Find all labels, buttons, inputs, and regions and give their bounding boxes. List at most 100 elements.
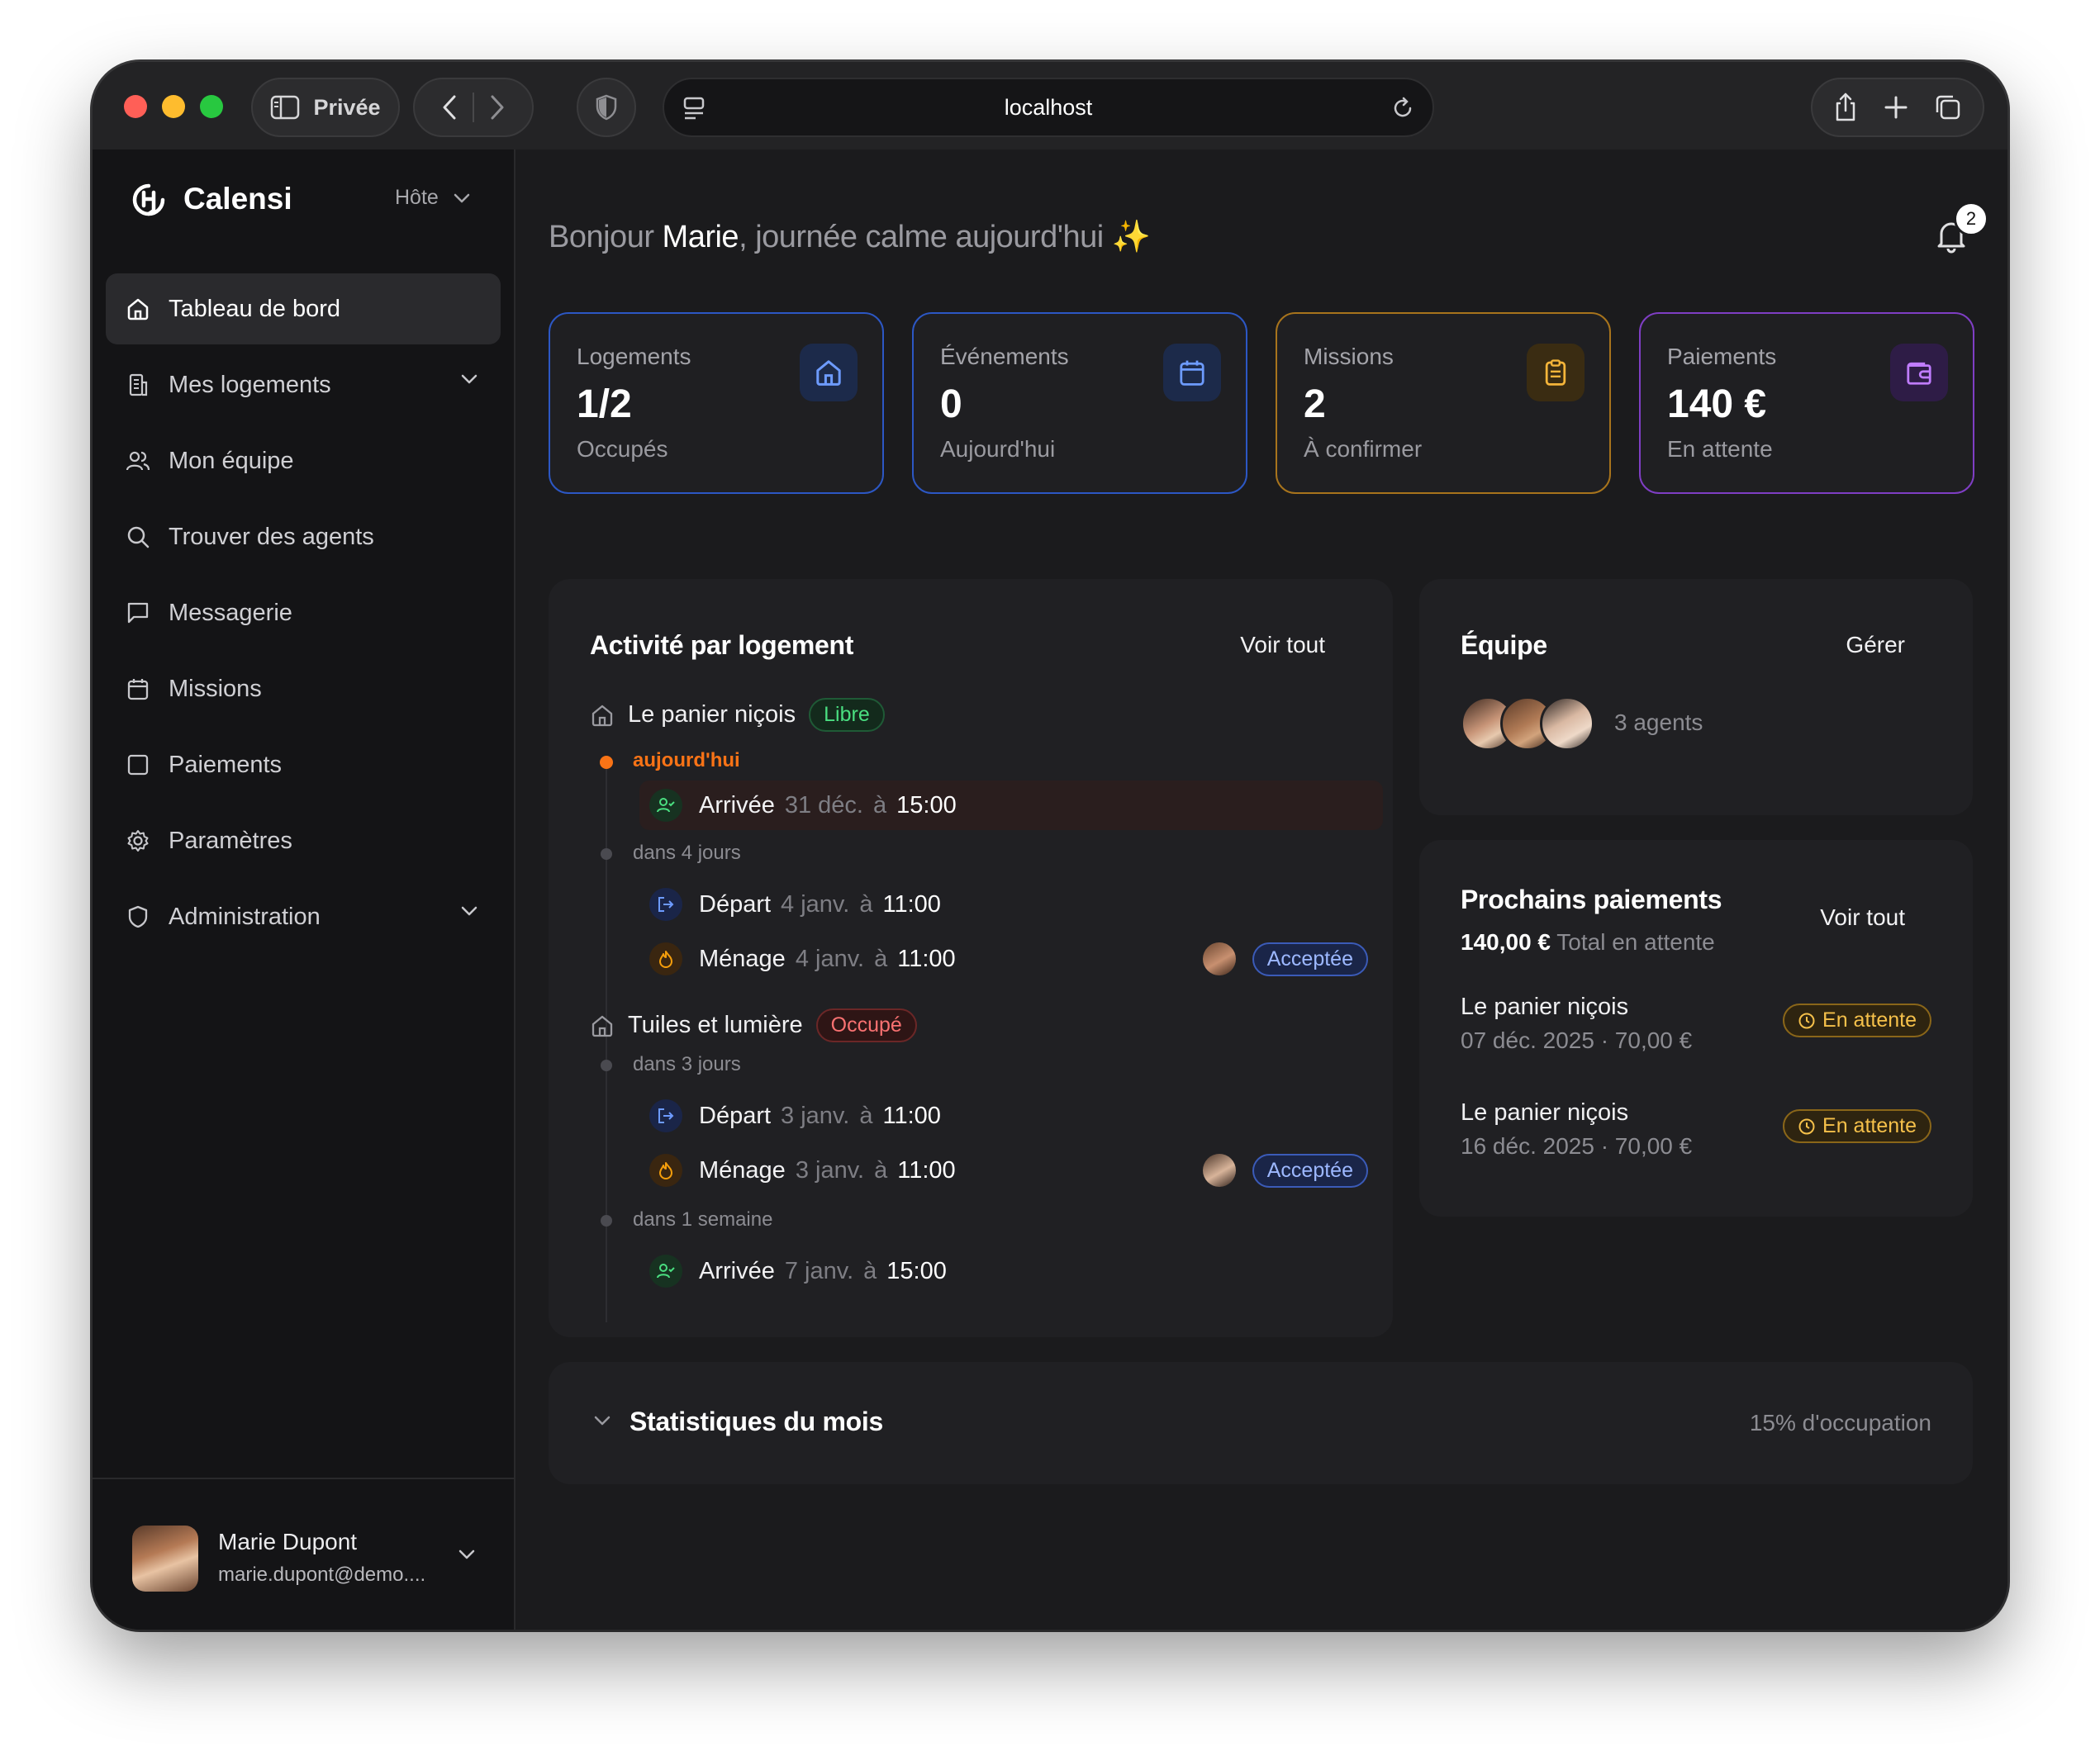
status-badge: Acceptée: [1252, 1153, 1368, 1188]
chevron-down-icon: [593, 1415, 611, 1426]
stat-label: Événements: [940, 344, 1069, 369]
share-icon[interactable]: [1833, 92, 1858, 123]
user-menu[interactable]: Marie Dupont marie.dupont@demo....: [93, 1478, 514, 1630]
cleaning-icon: [649, 1154, 682, 1187]
browser-toolbar: Privée localhost: [93, 62, 2007, 149]
private-tab-button[interactable]: Privée: [251, 78, 400, 137]
privacy-report-button[interactable]: [577, 78, 636, 137]
sidebar-item-label: Trouver des agents: [169, 523, 374, 550]
forward-icon[interactable]: [489, 94, 506, 121]
stat-card-properties[interactable]: Logements 1/2 Occupés: [549, 312, 884, 494]
page-menu-icon[interactable]: [682, 96, 706, 121]
maximize-window-button[interactable]: [200, 95, 223, 118]
payments-total-label: Total en attente: [1556, 929, 1715, 955]
user-check-icon: [649, 789, 682, 822]
monthly-stats-panel[interactable]: Statistiques du mois 15% d'occupation: [549, 1362, 1973, 1484]
reload-icon[interactable]: [1391, 96, 1414, 121]
address-bar[interactable]: localhost: [663, 78, 1434, 137]
chevron-down-icon: [458, 1549, 476, 1560]
event-row[interactable]: Ménage 3 janv. à 11:00 Acceptée: [639, 1146, 1383, 1195]
status-badge: Libre: [809, 698, 885, 732]
stat-value: 140 €: [1667, 382, 1767, 426]
stat-label: Logements: [577, 344, 691, 369]
timeline-dot: [601, 848, 612, 860]
home-icon: [590, 703, 615, 728]
users-icon: [126, 448, 150, 473]
tab-overview-icon[interactable]: [1934, 93, 1962, 121]
clipboard-icon: [1527, 344, 1585, 401]
clock-icon: [1798, 1012, 1816, 1030]
event-row[interactable]: Départ 3 janv. à 11:00: [639, 1091, 1383, 1141]
home-icon: [126, 297, 150, 321]
event-type: Ménage: [699, 945, 786, 972]
event-at: à: [859, 890, 873, 918]
browser-window: Privée localhost Calensi Hôte Tableau de…: [93, 62, 2007, 1630]
avatar: [1202, 1154, 1236, 1187]
square-icon: [126, 752, 150, 777]
role-selector[interactable]: Hôte: [395, 186, 470, 210]
greeting-name: Marie: [662, 220, 739, 254]
timeline-group-label: aujourd'hui: [633, 749, 740, 771]
activity-see-all-link[interactable]: Voir tout: [1240, 632, 1325, 658]
gear-icon: [126, 828, 150, 853]
sidebar-item-missions[interactable]: Missions: [106, 653, 501, 724]
close-window-button[interactable]: [124, 95, 147, 118]
sidebar-item-label: Tableau de bord: [169, 295, 340, 322]
sidebar-item-administration[interactable]: Administration: [106, 881, 501, 952]
timeline-group-label: dans 1 semaine: [633, 1208, 773, 1231]
timeline-dot: [601, 1215, 612, 1227]
event-date: 3 janv.: [781, 1102, 850, 1129]
event-type: Ménage: [699, 1156, 786, 1184]
timeline-group-label: dans 4 jours: [633, 842, 741, 864]
back-icon[interactable]: [441, 94, 458, 121]
sidebar-item-payments[interactable]: Paiements: [106, 729, 501, 800]
sidebar-item-messages[interactable]: Messagerie: [106, 577, 501, 648]
avatar: [1540, 696, 1594, 751]
property-row[interactable]: Tuiles et lumière Occupé: [590, 1008, 917, 1042]
sidebar-item-team[interactable]: Mon équipe: [106, 425, 501, 496]
property-row[interactable]: Le panier niçois Libre: [590, 698, 885, 732]
sidebar-item-settings[interactable]: Paramètres: [106, 805, 501, 876]
event-time: 15:00: [896, 791, 957, 819]
event-type: Arrivée: [699, 791, 775, 819]
event-row[interactable]: Départ 4 janv. à 11:00: [639, 880, 1383, 929]
stat-card-payments[interactable]: Paiements 140 € En attente: [1639, 312, 1974, 494]
payment-row[interactable]: Le panier niçois 16 déc. 2025 · 70,00 € …: [1461, 1099, 1931, 1160]
timeline-group-label: dans 3 jours: [633, 1053, 741, 1075]
brand[interactable]: Calensi: [129, 176, 292, 222]
stat-card-missions[interactable]: Missions 2 À confirmer: [1276, 312, 1611, 494]
event-time: 11:00: [882, 890, 941, 918]
chevron-down-icon: [454, 193, 470, 203]
sidebar-item-dashboard[interactable]: Tableau de bord: [106, 273, 501, 344]
payment-row[interactable]: Le panier niçois 07 déc. 2025 · 70,00 € …: [1461, 994, 1931, 1054]
new-tab-icon[interactable]: [1884, 95, 1908, 120]
event-row[interactable]: Arrivée 7 janv. à 15:00: [639, 1246, 1383, 1296]
event-date: 3 janv.: [795, 1156, 865, 1184]
private-label: Privée: [313, 94, 381, 120]
property-name: Tuiles et lumière: [628, 1012, 803, 1038]
stat-card-events[interactable]: Événements 0 Aujourd'hui: [912, 312, 1247, 494]
team-manage-link[interactable]: Gérer: [1846, 632, 1905, 658]
stat-label: Missions: [1304, 344, 1394, 369]
team-avatars[interactable]: [1461, 696, 1594, 751]
sidebar-item-label: Messagerie: [169, 599, 292, 626]
avatar: [132, 1526, 198, 1592]
wallet-icon: [1890, 344, 1948, 401]
payments-see-all-link[interactable]: Voir tout: [1820, 904, 1905, 931]
main-content: Bonjour Marie, journée calme aujourd'hui…: [515, 149, 2007, 1630]
sidebar-item-find-agents[interactable]: Trouver des agents: [106, 501, 501, 572]
browser-actions: [1811, 78, 1984, 137]
event-time: 11:00: [882, 1102, 941, 1129]
event-date: 7 janv.: [784, 1257, 854, 1284]
occupancy-rate: 15% d'occupation: [1749, 1410, 1931, 1435]
minimize-window-button[interactable]: [162, 95, 185, 118]
event-row[interactable]: Arrivée 31 déc. à 15:00: [639, 781, 1383, 830]
logout-icon: [649, 888, 682, 921]
team-count: 3 agents: [1614, 709, 1703, 735]
sidebar-item-properties[interactable]: Mes logements: [106, 349, 501, 420]
event-at: à: [863, 1257, 877, 1284]
calendar-icon: [126, 676, 150, 701]
event-row[interactable]: Ménage 4 janv. à 11:00 Acceptée: [639, 934, 1383, 984]
event-date: 31 déc.: [784, 791, 863, 819]
avatar: [1202, 942, 1236, 975]
